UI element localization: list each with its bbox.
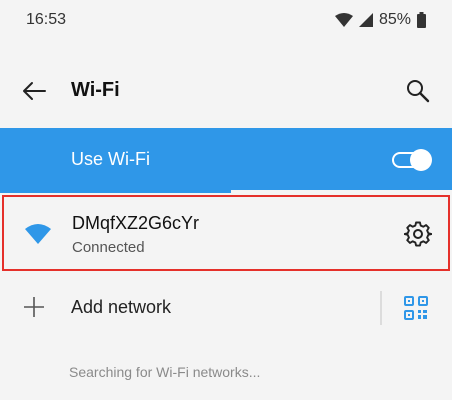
page-title: Wi-Fi [71,79,120,101]
scan-progress-bar [0,190,452,193]
add-network-label: Add network [71,297,172,317]
use-wifi-switch[interactable] [392,149,432,171]
network-status: Connected [72,239,145,256]
scan-status-text: Searching for Wi-Fi networks... [69,364,261,380]
cell-signal-icon [358,13,373,27]
search-icon [407,80,430,103]
app-bar: Wi-Fi [0,60,452,122]
plus-icon [24,297,44,317]
battery-icon [417,12,426,28]
back-arrow-icon [23,82,46,100]
status-time: 16:53 [26,11,67,28]
status-bar: 16:53 85% [0,0,452,40]
qr-code-icon[interactable] [404,296,428,320]
network-item-connected[interactable]: DMqfXZ2G6cYr Connected [2,195,450,271]
wifi-signal-icon [334,13,353,27]
add-network-button[interactable]: Add network [0,280,378,336]
use-wifi-toggle-row[interactable]: Use Wi-Fi [0,128,452,192]
gear-icon[interactable] [404,220,432,248]
scan-progress-fill [0,190,231,193]
wifi-settings-screen: 16:53 85% Wi-Fi Use Wi-Fi DMqfXZ2G6cYr C… [0,0,452,400]
wifi-icon [25,224,51,244]
status-icons: 85% [334,11,426,29]
use-wifi-label: Use Wi-Fi [71,149,150,169]
battery-percent: 85% [378,11,411,28]
network-ssid: DMqfXZ2G6cYr [72,213,200,233]
switch-thumb [410,149,432,171]
divider [380,291,382,325]
search-button[interactable] [402,75,434,107]
back-button[interactable] [20,77,48,105]
